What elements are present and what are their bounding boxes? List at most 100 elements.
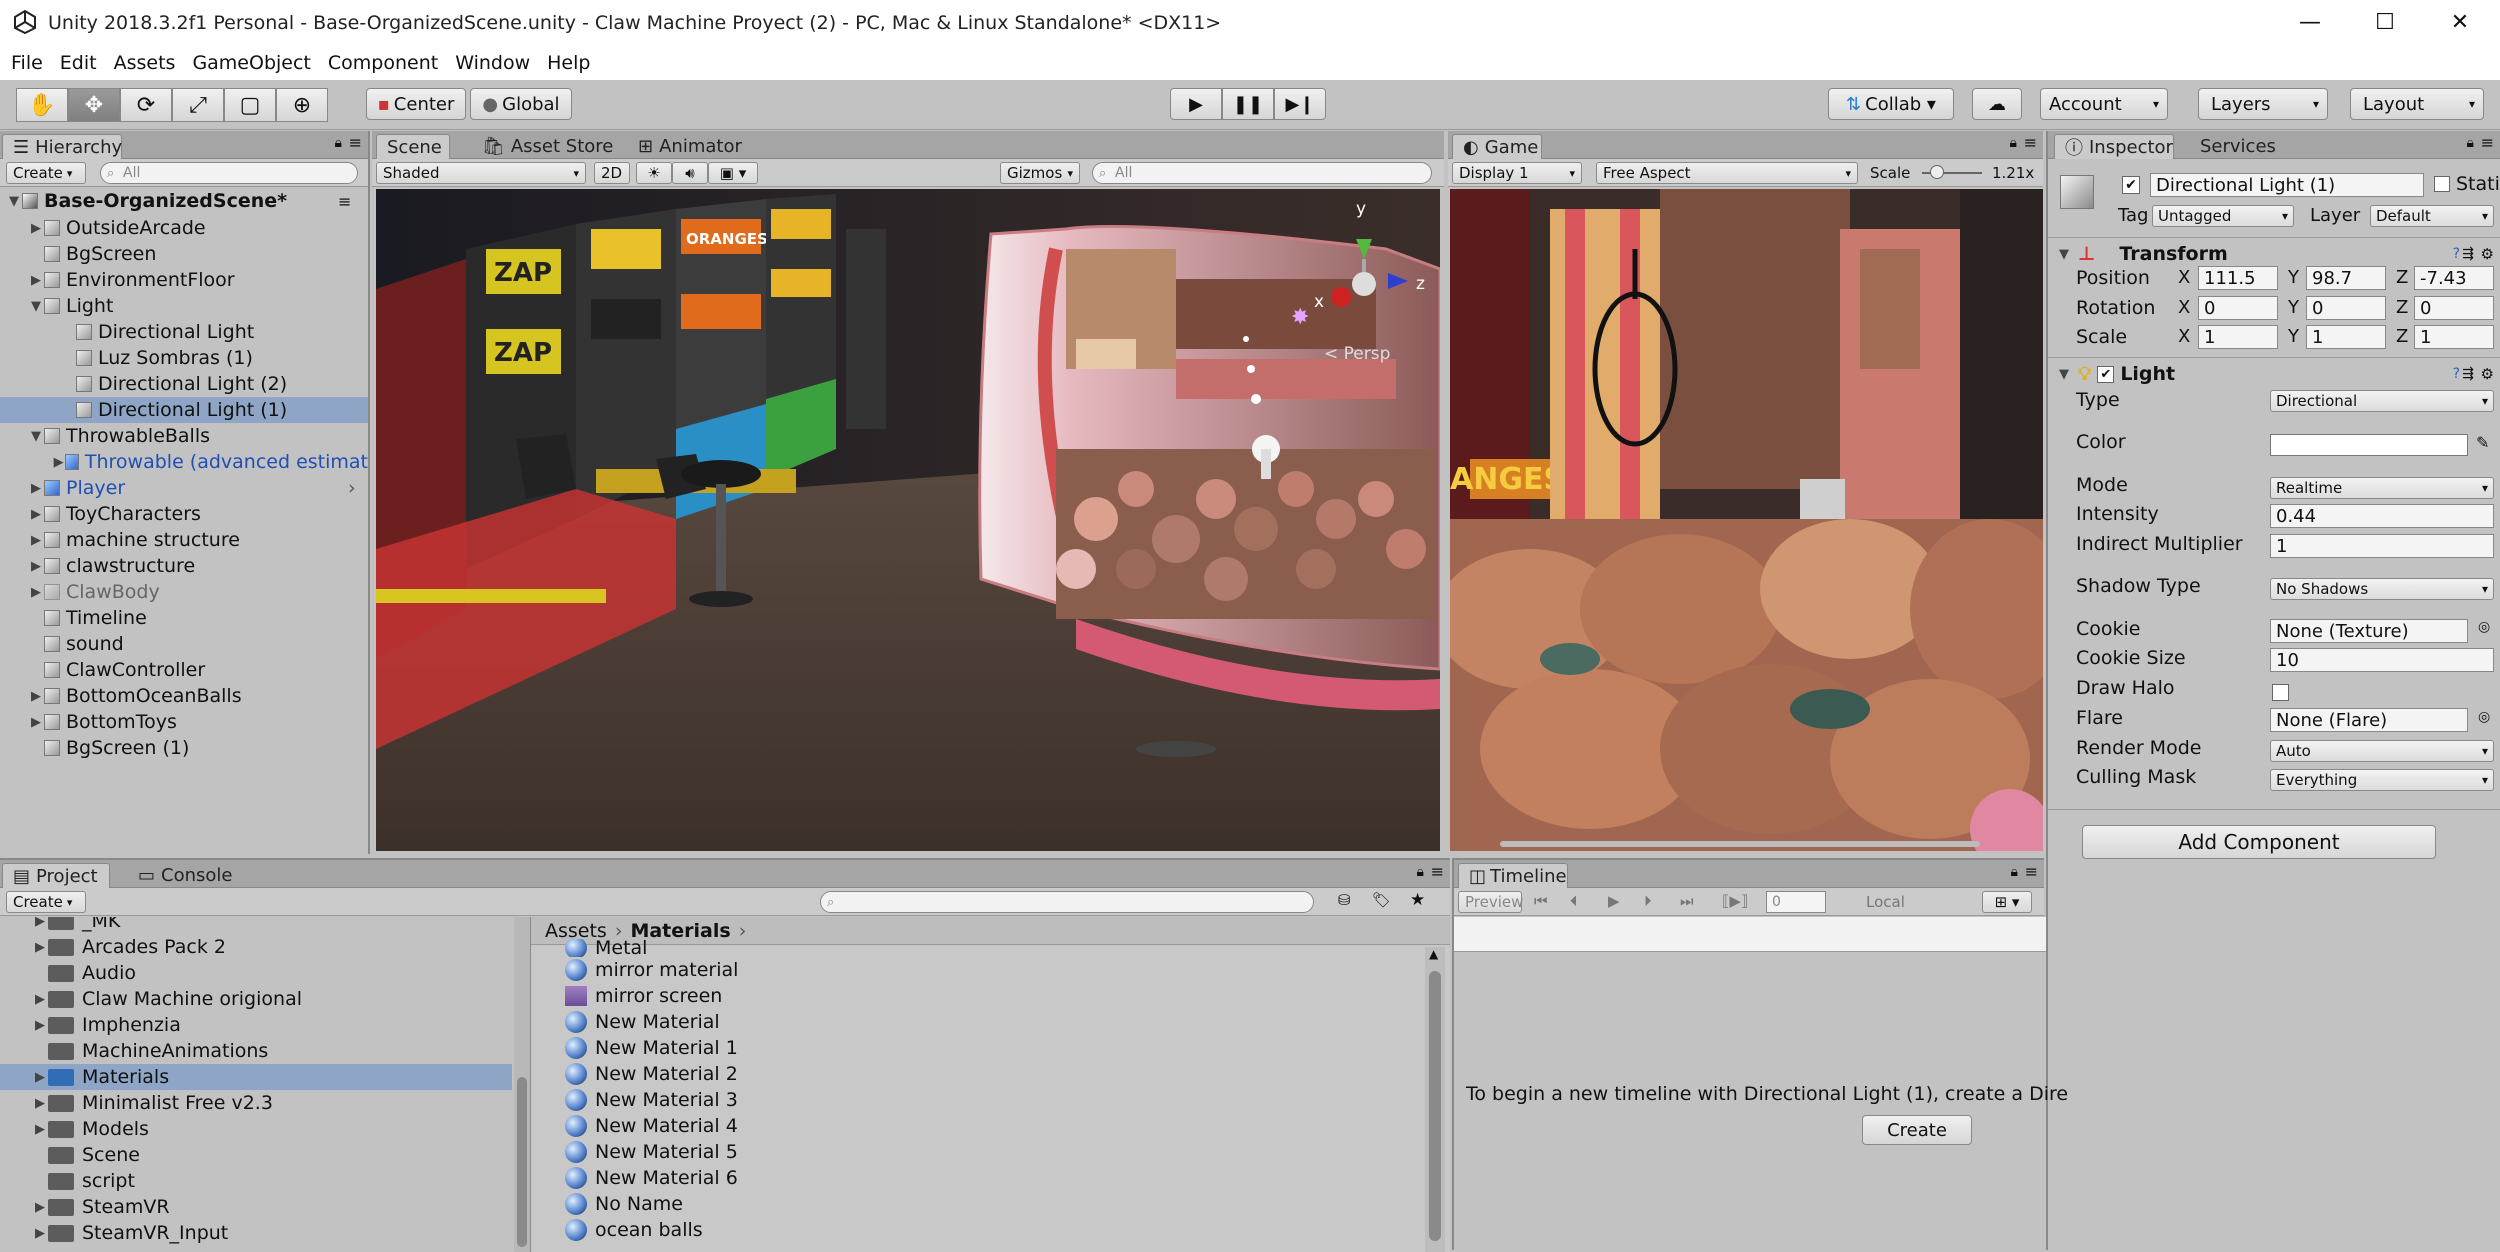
menu-gameobject[interactable]: GameObject [192, 52, 310, 74]
asset-item[interactable]: mirror screen [565, 983, 722, 1009]
object-picker-icon[interactable]: ◎ [2478, 619, 2490, 635]
indirect-multiplier-field[interactable]: 1 [2270, 534, 2494, 558]
tab-asset-store[interactable]: 🛍︎ Asset Store [472, 134, 623, 159]
chevron-right-icon[interactable]: › [348, 477, 356, 499]
hierarchy-item[interactable]: ▶ BottomOceanBalls [0, 683, 368, 709]
object-picker-icon[interactable]: ◎ [2478, 709, 2490, 725]
asset-item[interactable]: Metal [565, 939, 647, 957]
create-timeline-button[interactable]: Create [1862, 1115, 1972, 1145]
hierarchy-item[interactable]: Timeline [0, 605, 368, 631]
asset-item[interactable]: No Name [565, 1191, 683, 1217]
help-icon[interactable]: ? [2453, 246, 2460, 262]
goto-end-icon[interactable]: ⏭ [1680, 892, 1694, 910]
game-viewport[interactable]: ANGES [1450, 189, 2043, 851]
scale-z-field[interactable]: 1 [2414, 325, 2494, 349]
folder-item[interactable]: MachineAnimations [48, 1038, 268, 1064]
light-color-swatch[interactable] [2270, 434, 2468, 456]
hierarchy-item[interactable]: ▶ Throwable (advanced estimat [0, 449, 368, 475]
culling-mask-dropdown[interactable]: Everything [2270, 769, 2494, 791]
folder-item[interactable]: Audio [48, 960, 136, 986]
layout-dropdown[interactable]: Layout ▾ [2350, 88, 2484, 120]
asset-item[interactable]: New Material 1 [565, 1035, 738, 1061]
lighting-toggle-icon[interactable]: ☀ [636, 162, 672, 184]
panel-menu-icon[interactable]: ≡ [2025, 862, 2038, 881]
menu-edit[interactable]: Edit [60, 52, 97, 74]
position-x-field[interactable]: 111.5 [2198, 266, 2278, 290]
shadow-type-dropdown[interactable]: No Shadows [2270, 578, 2494, 600]
hierarchy-item[interactable]: Directional Light (2) [0, 371, 368, 397]
filter-label-icon[interactable]: 🏷︎ [1372, 891, 1391, 909]
folder-item[interactable]: ▶ _MK [32, 917, 120, 934]
hierarchy-item[interactable]: ▶ BottomToys [0, 709, 368, 735]
shading-mode-dropdown[interactable]: Shaded ▾ [376, 162, 586, 184]
hierarchy-item[interactable]: ▼ Light [0, 293, 368, 319]
transform-tool-icon[interactable]: ⊕ [276, 88, 328, 122]
menu-help[interactable]: Help [547, 52, 590, 74]
lock-icon[interactable]: 🔒︎ [1417, 864, 1424, 880]
scene-viewport[interactable]: ZAP ZAP ORANGES y x z < Persp ✸ [376, 189, 1440, 851]
folder-item[interactable]: ▶ Models [32, 1116, 149, 1142]
favorite-star-icon[interactable]: ★ [1410, 890, 1425, 910]
static-checkbox[interactable] [2434, 176, 2450, 192]
project-create-dropdown[interactable]: Create ▾ [6, 891, 86, 913]
hierarchy-item[interactable]: sound [0, 631, 368, 657]
minimize-button[interactable]: — [2270, 0, 2350, 45]
hierarchy-item[interactable]: Directional Light [0, 319, 368, 345]
step-button[interactable]: ▶❙ [1274, 88, 1326, 120]
menu-window[interactable]: Window [455, 52, 530, 74]
scale-tool-icon[interactable]: ⤢ [172, 88, 224, 122]
gear-icon[interactable]: ⚙ [2481, 365, 2494, 383]
cookie-size-field[interactable]: 10 [2270, 648, 2494, 672]
lock-icon[interactable]: 🔒︎ [335, 135, 342, 151]
cookie-field[interactable]: None (Texture) [2270, 619, 2468, 643]
play-button[interactable]: ▶ [1170, 88, 1222, 120]
menu-component[interactable]: Component [328, 52, 438, 74]
rotation-y-field[interactable]: 0 [2306, 296, 2386, 320]
prev-frame-icon[interactable]: ⏴ [1570, 892, 1578, 910]
hierarchy-search-input[interactable]: ⌕ All [100, 162, 358, 184]
pivot-center-button[interactable]: ▪ Center [366, 88, 466, 120]
preview-button[interactable]: Preview [1458, 891, 1523, 913]
tab-hierarchy[interactable]: ☰ Hierarchy [2, 134, 122, 159]
scene-root-row[interactable]: ▼ Base-OrganizedScene* ≡ [0, 188, 368, 214]
expand-arrow-icon[interactable]: ▶ [32, 992, 48, 1007]
collapse-arrow-icon[interactable]: ▼ [2056, 247, 2072, 262]
tab-project[interactable]: ▤ Project [2, 863, 110, 888]
pause-button[interactable]: ❚❚ [1222, 88, 1274, 120]
scrollbar-thumb[interactable] [1429, 971, 1441, 1241]
tag-dropdown[interactable]: Untagged [2152, 205, 2294, 227]
effects-toggle-icon[interactable]: ▣ ▾ [708, 162, 758, 184]
hierarchy-item[interactable]: ▶ machine structure [0, 527, 368, 553]
folder-item[interactable]: ▶ Imphenzia [32, 1012, 181, 1038]
position-y-field[interactable]: 98.7 [2306, 266, 2386, 290]
toggle-2d-button[interactable]: 2D [594, 162, 630, 184]
hierarchy-item[interactable]: ▶ OutsideArcade [0, 215, 368, 241]
gear-icon[interactable]: ⚙ [2481, 245, 2494, 263]
lock-icon[interactable]: 🔒︎ [2467, 135, 2474, 151]
hand-tool-icon[interactable]: ✋ [16, 88, 68, 122]
add-component-button[interactable]: Add Component [2082, 825, 2436, 859]
asset-item[interactable]: mirror material [565, 957, 738, 983]
play-icon[interactable]: ▶ [1608, 892, 1620, 910]
tab-scene[interactable]: Scene [376, 134, 450, 159]
asset-item[interactable]: New Material 6 [565, 1165, 738, 1191]
rotation-x-field[interactable]: 0 [2198, 296, 2278, 320]
gizmos-dropdown[interactable]: Gizmos ▾ [1000, 162, 1080, 184]
tab-animator[interactable]: ⊞ Animator [628, 134, 752, 159]
expand-arrow-icon[interactable]: ▼ [28, 299, 44, 314]
tab-game[interactable]: ◐ Game [1452, 134, 1542, 159]
expand-arrow-icon[interactable]: ▶ [28, 715, 44, 730]
expand-arrow-icon[interactable]: ▶ [52, 455, 65, 470]
menu-assets[interactable]: Assets [114, 52, 176, 74]
cloud-button[interactable]: ☁ [1972, 88, 2022, 120]
asset-item[interactable]: New Material 5 [565, 1139, 738, 1165]
expand-arrow-icon[interactable]: ▶ [28, 221, 44, 236]
expand-arrow-icon[interactable]: ▶ [32, 917, 48, 929]
filter-type-icon[interactable]: ⛁ [1338, 891, 1351, 909]
scrollbar-thumb[interactable] [517, 1077, 527, 1247]
expand-arrow-icon[interactable]: ▶ [28, 481, 44, 496]
tab-services[interactable]: Services [2190, 134, 2286, 159]
expand-arrow-icon[interactable]: ▶ [32, 1226, 48, 1241]
rotate-tool-icon[interactable]: ⟳ [120, 88, 172, 122]
asset-item[interactable]: ocean balls [565, 1217, 703, 1243]
